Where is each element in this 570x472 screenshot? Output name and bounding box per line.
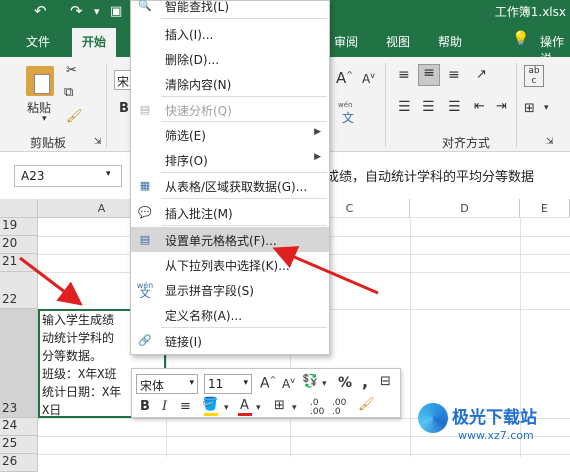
brand-logo-icon [418, 403, 448, 433]
watermark-url: www.xz7.com [458, 429, 534, 442]
arrow-to-cell [19, 256, 83, 306]
arrow-to-format-cells [272, 246, 379, 295]
watermark: 极光下载站 www.xz7.com [418, 399, 568, 451]
watermark-brand: 极光下载站 [452, 408, 537, 428]
annotation-arrows [19, 246, 379, 306]
